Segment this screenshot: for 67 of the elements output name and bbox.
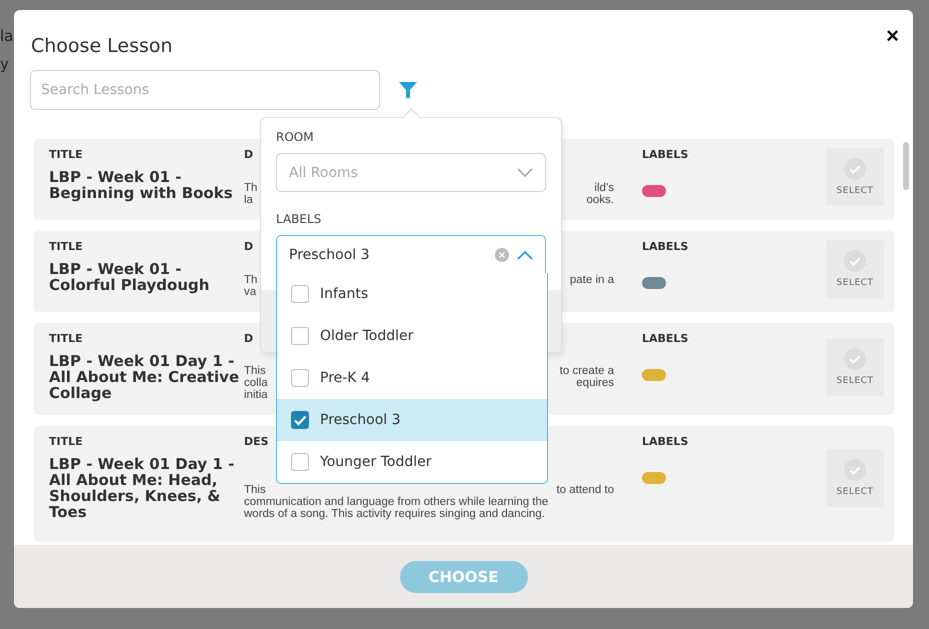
dropdown-option[interactable]: Infants [277, 273, 547, 315]
checkbox[interactable] [291, 285, 309, 303]
option-label: Preschool 3 [320, 412, 400, 428]
column-label: DES [244, 435, 269, 448]
column-label: LABELS [642, 240, 688, 253]
description-text: Th [244, 274, 258, 286]
column-label: TITLE [49, 240, 83, 253]
lesson-title: LBP - Week 01 - Beginning with Books [49, 169, 234, 201]
description-text: colla [244, 377, 268, 389]
description-text: words of a song. This activity requires singing and dancing. [244, 508, 545, 520]
column-label: TITLE [49, 435, 83, 448]
option-label: Infants [320, 286, 368, 302]
filter-icon[interactable] [398, 80, 418, 100]
chevron-up-icon [517, 250, 533, 260]
column-label: TITLE [49, 332, 83, 345]
select-button[interactable]: SELECT [826, 148, 884, 206]
description-text: pate in a [570, 274, 614, 286]
option-label: Older Toddler [320, 328, 414, 344]
description-text: ild’s [594, 182, 614, 194]
background-text: la [0, 26, 14, 46]
scrollbar[interactable] [903, 142, 909, 190]
description-text: communication and language from others while learning the [244, 496, 548, 508]
description-text: va [244, 286, 256, 298]
column-label: TITLE [49, 148, 83, 161]
dropdown-option[interactable]: Younger Toddler [277, 441, 547, 483]
description-text: initia [244, 389, 268, 401]
description-text: to attend to [556, 484, 614, 496]
check-icon [844, 250, 866, 272]
select-button[interactable]: SELECT [826, 448, 884, 506]
option-label: Pre-K 4 [320, 370, 370, 386]
lesson-title: LBP - Week 01 Day 1 - All About Me: Creative Collage [49, 353, 240, 401]
description-text: to create a [560, 365, 614, 377]
check-icon [844, 458, 866, 480]
check-icon [844, 348, 866, 370]
search-field[interactable]: Search Lessons [30, 70, 380, 110]
column-label: LABELS [642, 435, 688, 448]
field-label: ROOM [276, 130, 315, 144]
clear-icon[interactable] [495, 248, 509, 262]
checkbox[interactable] [291, 369, 309, 387]
column-label: D [244, 240, 254, 253]
description-text: ooks. [586, 194, 614, 206]
dropdown-option[interactable]: Older Toddler [277, 315, 547, 357]
select-button[interactable]: SELECT [826, 338, 884, 396]
column-label: LABELS [642, 148, 688, 161]
description-text: This [244, 484, 266, 496]
select-button[interactable]: SELECT [826, 240, 884, 298]
close-button[interactable]: × [882, 25, 903, 47]
option-label: Younger Toddler [320, 454, 432, 470]
check-icon [844, 158, 866, 180]
column-label: LABELS [642, 332, 688, 345]
chevron-down-icon [517, 168, 533, 178]
lesson-title: LBP - Week 01 - Colorful Playdough [49, 261, 210, 293]
description-text: equires [576, 377, 614, 389]
description-text: Th [244, 182, 258, 194]
column-label: D [244, 332, 254, 345]
column-label: D [244, 148, 254, 161]
description-text: la [244, 194, 253, 206]
dropdown-option[interactable]: Pre-K 4 [277, 357, 547, 399]
dialog-title: Choose Lesson [31, 35, 173, 57]
checkbox[interactable] [291, 411, 309, 429]
lesson-title: LBP - Week 01 Day 1 - All About Me: Head, Shoulders, Knees, & Toes [49, 456, 236, 520]
background-text: y [0, 54, 9, 74]
checkbox[interactable] [291, 327, 309, 345]
field-label: LABELS [276, 212, 322, 226]
checkbox[interactable] [291, 453, 309, 471]
description-text: This [244, 365, 266, 377]
dropdown-option[interactable]: Preschool 3 [277, 399, 547, 441]
